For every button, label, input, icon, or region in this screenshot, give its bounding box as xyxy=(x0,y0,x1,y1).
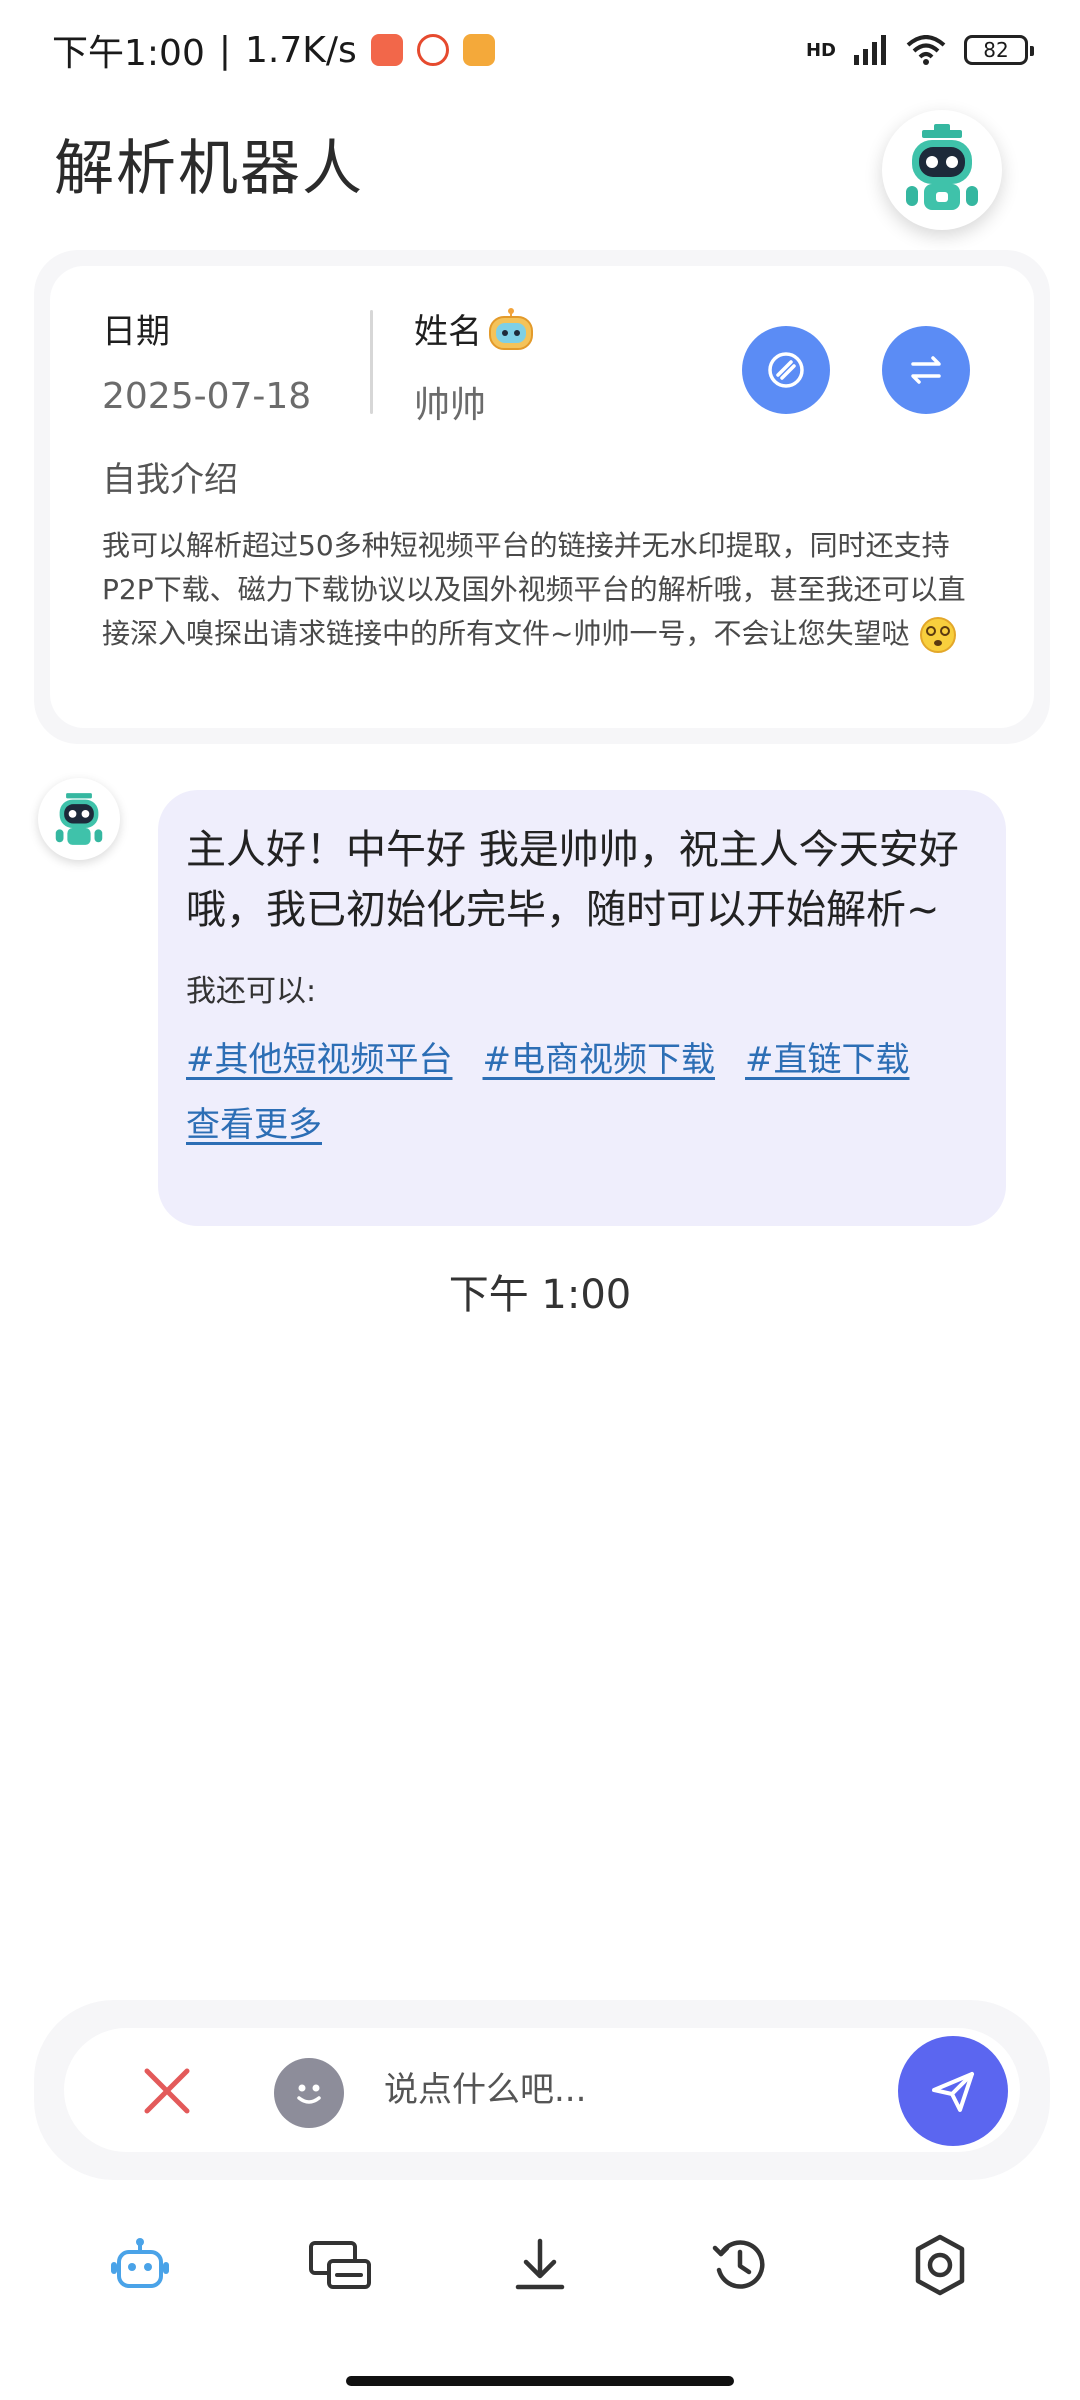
settings-icon xyxy=(915,2234,965,2296)
capabilities-label: 我还可以: xyxy=(186,974,317,1009)
see-more-link[interactable]: 查看更多 xyxy=(186,1097,322,1146)
close-icon xyxy=(144,2068,190,2114)
robot-icon xyxy=(111,2238,169,2288)
history-icon xyxy=(712,2240,765,2289)
clear-input-button[interactable] xyxy=(132,2056,202,2126)
card-divider xyxy=(370,310,373,414)
swap-arrows-icon xyxy=(911,356,941,384)
battery-indicator: 82 xyxy=(964,35,1034,65)
page-title: 解析机器人 xyxy=(54,134,364,204)
name-value: 帅帅 xyxy=(414,385,487,426)
tag-other-short-video[interactable]: #其他短视频平台 xyxy=(186,1032,453,1081)
home-indicator[interactable] xyxy=(346,2376,734,2386)
nav-item-settings[interactable] xyxy=(890,2215,990,2315)
status-net-speed: 1.7K/s xyxy=(244,29,357,71)
robot-mascot-icon xyxy=(906,124,978,210)
capability-tags: #其他短视频平台 #电商视频下载 #直链下载 xyxy=(186,1032,978,1081)
clear-history-button[interactable] xyxy=(742,326,830,414)
name-label-text: 姓名 xyxy=(414,312,482,352)
intro-label: 自我介绍 xyxy=(102,460,238,500)
status-right: HD 82 xyxy=(805,35,1034,65)
status-left: 下午1:00 | 1.7K/s xyxy=(52,24,495,76)
send-button[interactable] xyxy=(898,2036,1008,2146)
send-paper-plane-icon xyxy=(932,2072,974,2112)
devices-icon xyxy=(309,2241,371,2289)
robot-face-emoji-icon xyxy=(489,307,533,350)
tag-direct-link[interactable]: #直链下载 xyxy=(745,1032,910,1081)
battery-level: 82 xyxy=(983,38,1009,62)
nav-item-history[interactable] xyxy=(690,2215,790,2315)
name-label: 姓名 xyxy=(414,304,536,353)
download-icon xyxy=(515,2238,565,2290)
status-bar: 下午1:00 | 1.7K/s HD 82 xyxy=(0,0,1080,100)
app-header: 解析机器人 xyxy=(0,100,1080,270)
intro-text: 我可以解析超过50多种短视频平台的链接并无水印提取，同时还支持P2P下载、磁力下… xyxy=(102,524,982,656)
tag-ecommerce-video[interactable]: #电商视频下载 xyxy=(483,1032,716,1081)
bot-message-avatar xyxy=(38,778,120,860)
info-card: 日期 2025-07-18 姓名 帅帅 自我介绍 我可以解析超过50多种短视频平… xyxy=(50,266,1034,728)
emoji-button[interactable] xyxy=(274,2058,344,2128)
input-bar-container xyxy=(34,2000,1050,2180)
wifi-icon xyxy=(906,35,946,65)
robot-avatar[interactable] xyxy=(882,110,1002,230)
network-type-label: HD xyxy=(805,39,836,61)
status-separator: | xyxy=(218,29,231,71)
app-screen: 下午1:00 | 1.7K/s HD 82 解析机器人 日期 2025-07-1… xyxy=(0,0,1080,2400)
bottom-navigation xyxy=(0,2190,1080,2340)
nav-item-robot[interactable] xyxy=(90,2215,190,2315)
cellular-signal-icon xyxy=(854,35,886,65)
info-card-container: 日期 2025-07-18 姓名 帅帅 自我介绍 我可以解析超过50多种短视频平… xyxy=(34,250,1050,744)
nav-item-devices[interactable] xyxy=(290,2215,390,2315)
bot-message-text: 主人好！中午好 我是帅帅，祝主人今天安好哦，我已初始化完毕，随时可以开始解析~ xyxy=(186,827,959,933)
intro-text-body: 我可以解析超过50多种短视频平台的链接并无水印提取，同时还支持P2P下载、磁力下… xyxy=(102,529,966,650)
robot-mascot-small-icon xyxy=(55,793,103,845)
bot-message-bubble: 主人好！中午好 我是帅帅，祝主人今天安好哦，我已初始化完毕，随时可以开始解析~ … xyxy=(158,790,1006,1226)
status-time: 下午1:00 xyxy=(52,33,205,74)
date-label: 日期 xyxy=(102,312,170,352)
weibo-notification-icon xyxy=(416,34,449,66)
eraser-icon xyxy=(768,352,804,388)
input-bar xyxy=(64,2028,1020,2152)
dizzy-face-emoji-icon xyxy=(920,617,957,653)
switch-mode-button[interactable] xyxy=(882,326,970,414)
message-timestamp: 下午 1:00 xyxy=(448,1272,632,1318)
date-value: 2025-07-18 xyxy=(102,376,312,417)
shopping-bag-notification-icon xyxy=(370,34,403,66)
message-input[interactable] xyxy=(382,2054,882,2126)
nav-item-download[interactable] xyxy=(490,2215,590,2315)
smiley-face-icon xyxy=(297,2084,321,2104)
video-app-notification-icon xyxy=(462,34,495,66)
